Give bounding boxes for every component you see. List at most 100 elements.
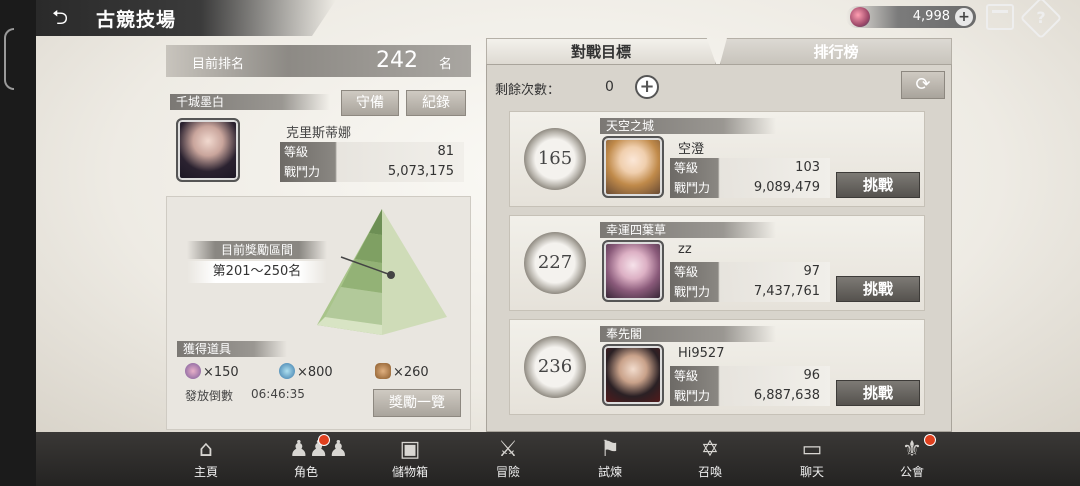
nav-label: 角色 <box>293 465 318 479</box>
title-brush-bg <box>36 0 336 36</box>
opponent-avatar[interactable] <box>602 136 664 198</box>
power-value: 9,089,479 <box>753 180 820 195</box>
rank-value: 242 <box>376 48 418 73</box>
level-value: 103 <box>795 160 820 175</box>
opponent-card: 236 奉先閣 Hi9527 等級 96 戰鬥力 6,887,638 挑戰 <box>509 319 925 415</box>
help-icon[interactable]: ? <box>1019 0 1063 40</box>
nav-label: 儲物箱 <box>391 465 428 479</box>
notification-badge <box>318 434 330 446</box>
coin-pile-icon <box>375 363 391 379</box>
rank-unit: 名 <box>439 57 453 72</box>
my-guild-ribbon: 千城墨白 <box>170 94 330 110</box>
chest-icon: ▣ <box>399 437 421 462</box>
reward-box: 目前獎勵區間 第201～250名 獲得道具 ×150 ×800 ×260 發放倒… <box>166 196 471 430</box>
opponent-guild: 天空之城 <box>606 119 655 133</box>
top-bar: ⮌ 古競技場 4,998 + ? <box>36 0 1080 40</box>
opponent-avatar[interactable] <box>602 344 664 406</box>
reward-item: ×260 <box>375 363 429 383</box>
challenge-button[interactable]: 挑戰 <box>836 276 920 302</box>
level-value: 96 <box>803 368 820 383</box>
countdown-label: 發放倒數 <box>185 389 234 403</box>
opponent-level-row: 等級 97 <box>670 262 830 282</box>
edge-handle <box>4 28 14 90</box>
power-label: 戰鬥力 <box>284 165 321 179</box>
nav-label: 主頁 <box>193 465 218 479</box>
remaining-value: 0 <box>605 79 614 95</box>
level-label: 等級 <box>674 161 699 175</box>
notification-badge <box>924 434 936 446</box>
nav-chat[interactable]: ▭ 聊天 <box>782 436 842 486</box>
add-currency-button[interactable]: + <box>955 8 973 26</box>
tab-opponents[interactable]: 對戰目標 <box>486 38 716 64</box>
bracket-range: 第201～250名 <box>187 261 327 283</box>
refresh-button[interactable]: ⟳ <box>901 71 945 99</box>
add-attempts-button[interactable]: + <box>635 75 659 99</box>
nav-characters[interactable]: ♟♟♟ 角色 <box>276 434 348 486</box>
challenge-button[interactable]: 挑戰 <box>836 380 920 406</box>
opponent-level-row: 等級 103 <box>670 158 830 178</box>
nav-adventure[interactable]: ⚔ 冒險 <box>478 436 538 486</box>
crystal-icon <box>185 363 201 379</box>
nav-trial[interactable]: ⚑ 試煉 <box>580 436 640 486</box>
currency-amount: 4,998 <box>912 9 950 24</box>
reward-item-amount: ×260 <box>393 365 429 380</box>
bracket-label: 目前獎勵區間 <box>220 243 293 257</box>
opponent-list: 剩餘次數： 0 + ⟳ 165 天空之城 空澄 等級 103 戰鬥力 9,089,4… <box>486 64 952 432</box>
device-edge <box>0 0 36 486</box>
medal-icon <box>279 363 295 379</box>
obtain-label: 獲得道具 <box>183 342 232 356</box>
shop-icon[interactable] <box>986 4 1014 30</box>
power-label: 戰鬥力 <box>674 285 711 299</box>
opponent-guild-ribbon: 幸運四葉草 <box>600 222 776 238</box>
nav-label: 聊天 <box>799 465 824 479</box>
page-title: 古競技場 <box>96 9 177 31</box>
reward-item: ×800 <box>279 363 333 383</box>
tab-ranking[interactable]: 排行榜 <box>720 38 952 64</box>
back-button[interactable]: ⮌ <box>42 4 78 30</box>
current-rank-bar: 目前排名 242 名 <box>166 45 471 77</box>
opponent-power-row: 戰鬥力 7,437,761 <box>670 282 830 302</box>
crossed-swords-icon: ⚔ <box>498 437 518 462</box>
opponent-guild-ribbon: 天空之城 <box>600 118 776 134</box>
power-label: 戰鬥力 <box>674 389 711 403</box>
nav-summon[interactable]: ✡ 召喚 <box>680 436 740 486</box>
my-avatar[interactable] <box>176 118 240 182</box>
opponent-rank: 236 <box>524 336 586 398</box>
reward-list-button[interactable]: 獎勵一覽 <box>373 389 461 417</box>
level-label: 等級 <box>674 369 699 383</box>
level-value: 97 <box>803 264 820 279</box>
opponent-avatar[interactable] <box>602 240 664 302</box>
power-value: 7,437,761 <box>753 284 820 299</box>
pyramid-icon <box>317 209 447 335</box>
summon-circle-icon: ✡ <box>700 437 720 462</box>
my-power-row: 戰鬥力 5,073,175 <box>280 162 464 182</box>
power-value: 6,887,638 <box>753 388 820 403</box>
home-icon: ⌂ <box>199 437 213 462</box>
opponent-guild: 奉先閣 <box>606 327 643 341</box>
power-label: 戰鬥力 <box>674 181 711 195</box>
nav-storage[interactable]: ▣ 儲物箱 <box>380 436 440 486</box>
opponent-guild-ribbon: 奉先閣 <box>600 326 776 342</box>
remaining-label: 剩餘次數： <box>495 83 561 98</box>
nav-guild[interactable]: ⚜ 公會 <box>882 434 942 486</box>
reward-item-amount: ×800 <box>297 365 333 380</box>
nav-home[interactable]: ⌂ 主頁 <box>176 436 236 486</box>
nav-label: 冒險 <box>495 465 520 479</box>
my-level-row: 等級 81 <box>280 142 464 162</box>
reward-item-amount: ×150 <box>203 365 239 380</box>
refresh-icon: ⟳ <box>915 74 931 95</box>
nav-label: 召喚 <box>697 465 722 479</box>
reward-item: ×150 <box>185 363 239 383</box>
my-player-name: 克里斯蒂娜 <box>286 126 352 141</box>
opponent-card: 165 天空之城 空澄 等級 103 戰鬥力 9,089,479 挑戰 <box>509 111 925 207</box>
record-button[interactable]: 紀錄 <box>406 90 466 116</box>
opponent-rank: 165 <box>524 128 586 190</box>
defend-button[interactable]: 守備 <box>341 90 399 116</box>
challenge-button[interactable]: 挑戰 <box>836 172 920 198</box>
opponent-power-row: 戰鬥力 6,887,638 <box>670 386 830 406</box>
opponent-power-row: 戰鬥力 9,089,479 <box>670 178 830 198</box>
opponents-panel: 對戰目標 排行榜 剩餘次數： 0 + ⟳ 165 天空之城 空澄 等級 103 戰… <box>486 38 952 432</box>
gem-icon <box>850 7 870 27</box>
level-label: 等級 <box>674 265 699 279</box>
opponent-name: zz <box>678 242 692 257</box>
